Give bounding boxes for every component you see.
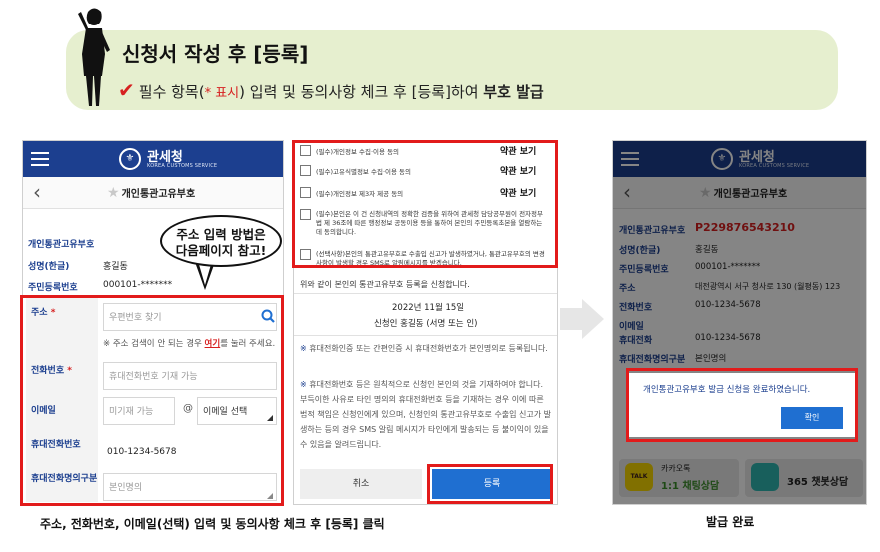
notice-mobile-auth: ※ 휴대전화인증 또는 간편인증 시 휴대전화번호가 본인명의로 등록됩니다. xyxy=(300,344,548,353)
apply-date: 2022년 11월 15일 xyxy=(392,303,465,313)
rrn-value: 000101-******* xyxy=(103,280,173,290)
page-title: ★ 개인통관고유부호 xyxy=(107,185,196,201)
modal-backdrop[interactable] xyxy=(613,141,866,504)
highlight-form-box xyxy=(20,295,284,506)
caption-right: 발급 완료 xyxy=(706,515,755,529)
cancel-button[interactable]: 취소 xyxy=(300,469,422,499)
customs-emblem-icon: ⚜ xyxy=(119,148,141,170)
highlight-register-box xyxy=(427,464,553,504)
apply-statement: 위와 같이 본인의 통관고유부호 등록을 신청합니다. xyxy=(300,280,470,289)
arrow-body xyxy=(560,308,582,330)
speech-bubble: 주소 입력 방법은 다음페이지 참고! xyxy=(160,215,282,267)
logo-english: KOREA CUSTOMS SERVICE xyxy=(147,163,218,169)
divider xyxy=(294,335,557,336)
page-header: ‹ ★ 개인통관고유부호 xyxy=(23,177,283,209)
businesswoman-silhouette-icon xyxy=(78,8,110,106)
rrn-label: 주민등록번호 xyxy=(28,283,78,293)
check-mark-icon: ✔ xyxy=(118,78,135,102)
arrow-right-icon xyxy=(582,299,604,339)
caption-left: 주소, 전화번호, 이메일(선택) 입력 및 동의사항 체크 후 [등록] 클릭 xyxy=(40,517,385,531)
code-label: 개인통관고유부호 xyxy=(28,240,95,250)
banner-title: 신청서 작성 후 [등록] xyxy=(122,42,309,66)
name-label: 성명(한글) xyxy=(28,262,70,272)
highlight-dialog-box xyxy=(626,368,858,442)
phone-screen-result: ⚜ 관세청 KOREA CUSTOMS SERVICE ‹ ★ 개인통관고유부호 … xyxy=(612,140,867,505)
back-chevron-icon[interactable]: ‹ xyxy=(33,180,41,204)
name-value: 홍길동 xyxy=(103,262,128,272)
menu-icon[interactable] xyxy=(31,152,49,166)
highlight-consent-box xyxy=(292,140,558,268)
banner-subtitle: ✔ 필수 항목(* 표시) 입력 및 동의사항 체크 후 [등록]하여 부호 발급 xyxy=(118,78,544,102)
top-bar: ⚜ 관세청 KOREA CUSTOMS SERVICE xyxy=(23,141,283,177)
divider xyxy=(294,293,557,294)
applicant-signature: 신청인 홍길동 (서명 또는 인) xyxy=(374,319,478,329)
star-icon[interactable]: ★ xyxy=(107,185,120,201)
notice-legal: ※ 휴대전화번호 등은 원칙적으로 신청인 본인의 것을 기재하여야 합니다. … xyxy=(300,380,552,449)
